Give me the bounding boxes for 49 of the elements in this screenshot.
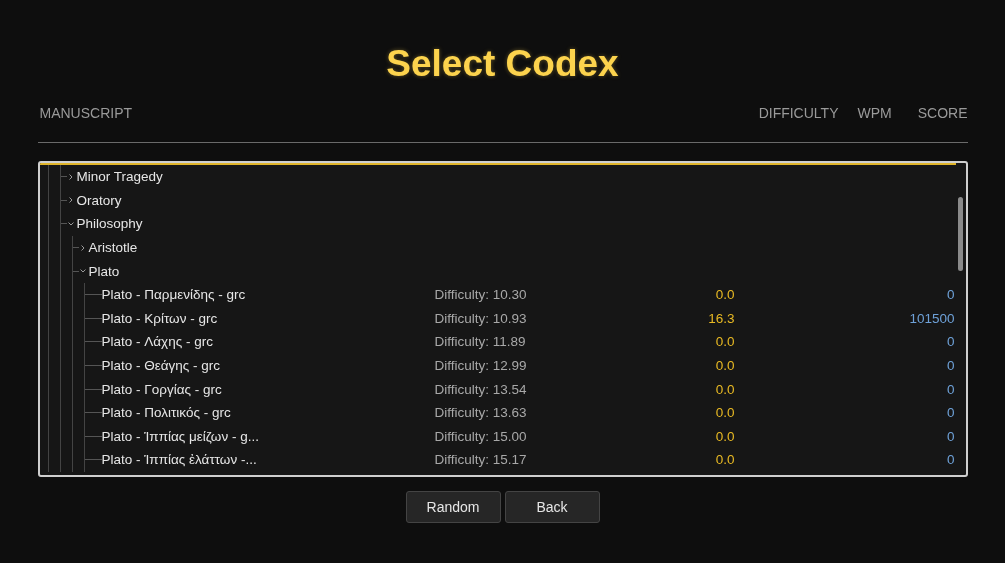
- scrollbar-thumb[interactable]: [958, 197, 963, 271]
- difficulty-value: Difficulty: 10.30: [434, 287, 528, 303]
- column-header[interactable]: WPM: [857, 105, 892, 121]
- score-value: 0: [946, 287, 955, 303]
- codex-item[interactable]: Plato - Πολιτικός - grc: [101, 405, 231, 421]
- page-title: Select Codex: [386, 42, 619, 86]
- codex-item[interactable]: Plato - Κρίτων - grc: [101, 310, 218, 326]
- wpm-value: 0.0: [714, 358, 735, 374]
- codex-item[interactable]: Plato - Ἱππίας μείζων - g...: [101, 428, 259, 444]
- score-value: 0: [946, 452, 955, 468]
- tree-group-item[interactable]: Oratory: [76, 192, 122, 208]
- score-value: 0: [946, 428, 955, 444]
- chevron-right-icon[interactable]: [78, 243, 87, 252]
- chevron-right-icon[interactable]: [66, 196, 75, 205]
- codex-item[interactable]: Plato - Γοργίας - grc: [101, 381, 222, 397]
- score-value: 0: [946, 334, 955, 350]
- wpm-value: 0.0: [714, 428, 735, 444]
- difficulty-value: Difficulty: 13.54: [434, 381, 528, 397]
- difficulty-value: Difficulty: 13.63: [434, 405, 528, 421]
- tree-group-item[interactable]: Philosophy: [76, 216, 143, 232]
- score-value: 0: [946, 358, 955, 374]
- chevron-right-icon[interactable]: [66, 172, 75, 181]
- codex-item[interactable]: Plato - Θεάγης - grc: [101, 358, 221, 374]
- wpm-value: 16.3: [707, 310, 735, 326]
- codex-item[interactable]: Plato - Παρμενίδης - grc: [101, 287, 246, 303]
- chevron-down-icon[interactable]: [66, 220, 75, 228]
- wpm-value: 0.0: [714, 287, 735, 303]
- column-header[interactable]: DIFFICULTY: [758, 105, 839, 121]
- difficulty-value: Difficulty: 11.89: [434, 334, 527, 350]
- codex-item[interactable]: Plato - Λάχης - grc: [101, 334, 213, 350]
- action-button[interactable]: Random: [405, 491, 501, 523]
- difficulty-value: Difficulty: 15.17: [434, 452, 528, 468]
- score-value: 0: [946, 405, 955, 421]
- score-value: 0: [946, 381, 955, 397]
- wpm-value: 0.0: [714, 452, 735, 468]
- wpm-value: 0.0: [714, 334, 735, 350]
- tree-group-item[interactable]: Minor Tragedy: [76, 169, 163, 185]
- difficulty-value: Difficulty: 15.00: [434, 428, 528, 444]
- difficulty-value: Difficulty: 10.93: [434, 310, 528, 326]
- codex-item[interactable]: Plato - Ἱππίας ἐλάττων -...: [101, 452, 257, 468]
- column-header[interactable]: SCORE: [917, 105, 968, 121]
- action-button[interactable]: Back: [504, 491, 600, 523]
- difficulty-value: Difficulty: 12.99: [434, 358, 528, 374]
- wpm-value: 0.0: [714, 405, 735, 421]
- tree-group-item[interactable]: Aristotle: [88, 240, 138, 256]
- score-value: 101500: [908, 310, 955, 326]
- tree-group-item[interactable]: Plato: [88, 263, 120, 279]
- column-header[interactable]: MANUSCRIPT: [37, 105, 133, 121]
- wpm-value: 0.0: [714, 381, 735, 397]
